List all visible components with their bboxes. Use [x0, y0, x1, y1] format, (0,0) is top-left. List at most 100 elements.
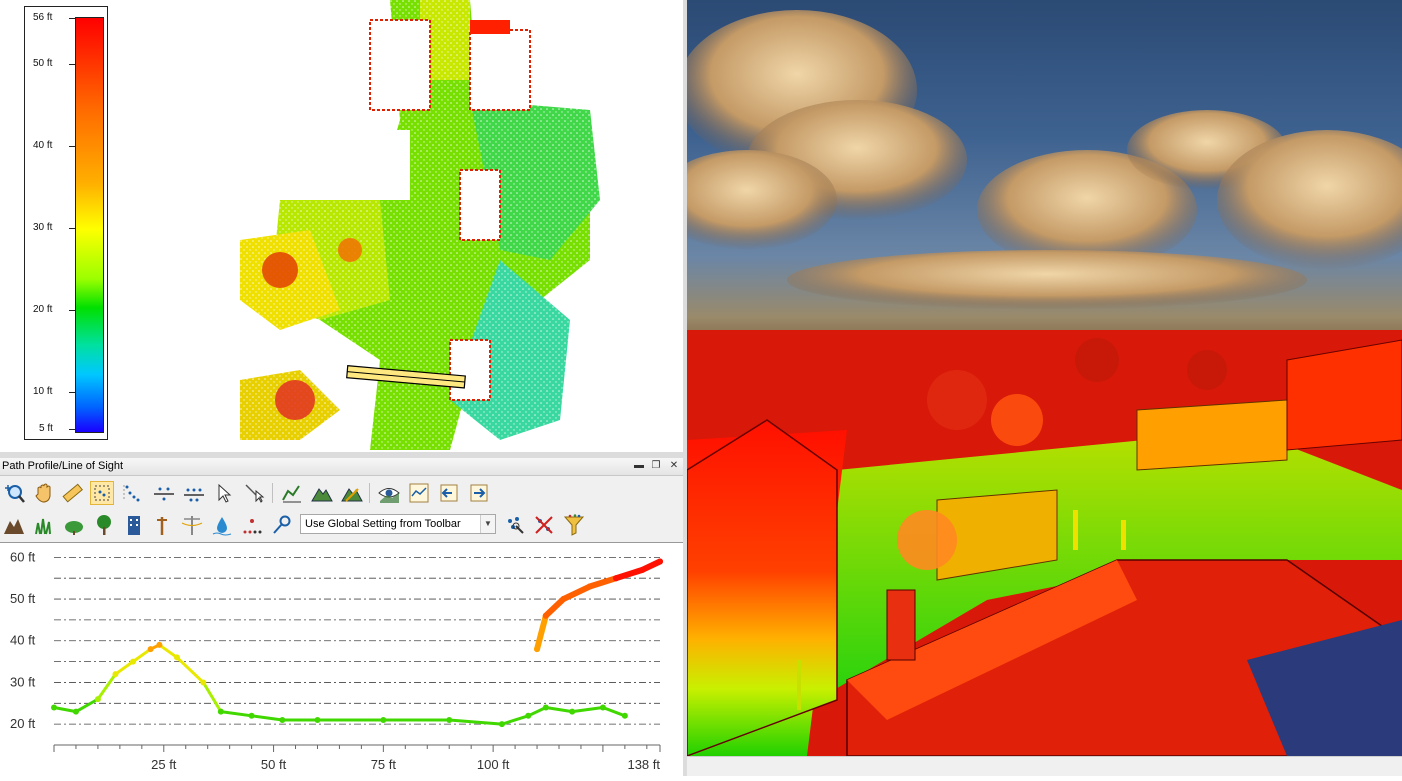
close-button[interactable]: ✕: [668, 460, 680, 472]
x-tick-label: 138 ft: [627, 757, 660, 772]
profile-point: [112, 671, 119, 678]
profile-segment: [560, 583, 593, 603]
ground-icon[interactable]: [2, 513, 26, 537]
profile-segment: [219, 710, 254, 718]
terrain-icon[interactable]: [310, 481, 334, 505]
profile-point: [217, 708, 224, 715]
tree-icon[interactable]: [92, 513, 116, 537]
profile-chart[interactable]: 60 ft 50 ft 40 ft 30 ft 20 ft 25 ft 50 ft 75 ft…: [0, 542, 683, 776]
profile-toolbar-tools: [0, 478, 683, 508]
y-tick-label: 20 ft: [10, 716, 36, 731]
status-strip: [687, 756, 1402, 776]
step-back-icon[interactable]: [437, 481, 461, 505]
profile-segment: [447, 718, 504, 726]
pointer-icon[interactable]: [212, 481, 236, 505]
profile-segment: [131, 647, 153, 664]
plan-view-map[interactable]: 56 ft 50 ft 40 ft 30 ft 20 ft 10 ft 5 ft: [0, 0, 683, 452]
legend-tick: [69, 392, 75, 393]
terrain-edit-icon[interactable]: [340, 481, 364, 505]
3d-view[interactable]: [687, 0, 1402, 756]
profile-segment: [96, 672, 117, 701]
restore-button[interactable]: ❐: [650, 460, 662, 472]
x-tick-label: 25 ft: [151, 757, 177, 772]
shrub-icon[interactable]: [62, 513, 86, 537]
grass-icon[interactable]: [32, 513, 56, 537]
profile-segment: [175, 655, 205, 684]
chevron-down-icon[interactable]: ▼: [480, 515, 495, 533]
profile-point: [586, 583, 593, 590]
dotted-points-icon[interactable]: [120, 481, 144, 505]
profile-point: [599, 704, 606, 711]
points-line-alt-icon[interactable]: [182, 481, 206, 505]
pan-hand-icon[interactable]: [32, 481, 56, 505]
legend-tick: [69, 18, 75, 19]
noise-points-icon[interactable]: [240, 513, 264, 537]
zoom-icon[interactable]: [2, 481, 26, 505]
profile-point: [639, 566, 646, 573]
points-line-icon[interactable]: [152, 481, 176, 505]
classification-dropdown-value: Use Global Setting from Toolbar: [305, 518, 461, 530]
legend-tick-label: 40 ft: [33, 140, 53, 151]
profile-segment: [586, 575, 620, 590]
step-forward-icon[interactable]: [467, 481, 491, 505]
legend-tick-label: 50 ft: [33, 58, 53, 69]
power-line-icon[interactable]: [180, 513, 204, 537]
measure-ruler-icon[interactable]: [60, 481, 84, 505]
legend-tick: [69, 429, 75, 430]
x-tick-label: 100 ft: [477, 757, 510, 772]
profile-point: [130, 658, 137, 665]
profile-point: [279, 716, 286, 723]
profile-segment: [500, 714, 530, 726]
y-tick-label: 30 ft: [10, 674, 36, 689]
profile-segment: [544, 705, 574, 714]
profile-toolbar-classes: Use Global Setting from Toolbar ▼: [0, 510, 683, 540]
profile-point: [657, 558, 663, 565]
x-tick-label: 75 ft: [371, 757, 397, 772]
pointer-line-icon[interactable]: [242, 481, 266, 505]
profile-segment: [613, 566, 646, 582]
profile-point: [621, 712, 628, 719]
profile-segment: [570, 705, 605, 714]
y-tick-label: 60 ft: [10, 549, 36, 564]
profile-point: [542, 704, 549, 711]
profile-point: [314, 716, 321, 723]
profile-point: [248, 712, 255, 719]
profile-segment: [534, 612, 549, 653]
unclassify-icon[interactable]: [532, 513, 556, 537]
panel-title-bar[interactable]: Path Profile/Line of Sight ▬ ❐ ✕: [0, 458, 683, 476]
3d-point-cloud-scene: [687, 10, 1402, 756]
y-tick-label: 50 ft: [10, 591, 36, 606]
profile-point: [613, 575, 620, 582]
graph-icon[interactable]: [407, 481, 431, 505]
x-tick-label: 50 ft: [261, 757, 287, 772]
profile-point: [200, 679, 207, 686]
profile-segment: [601, 705, 627, 718]
classification-dropdown[interactable]: Use Global Setting from Toolbar ▼: [300, 514, 496, 534]
panel-title: Path Profile/Line of Sight: [2, 460, 124, 472]
legend-tick: [69, 64, 75, 65]
profile-segment: [52, 705, 78, 714]
profile-segment: [542, 596, 567, 619]
profile-point: [51, 704, 57, 711]
legend-tick: [69, 310, 75, 311]
legend-tick: [69, 228, 75, 229]
filter-funnel-icon[interactable]: [562, 513, 586, 537]
minimize-button[interactable]: ▬: [633, 460, 645, 472]
profile-chart-icon[interactable]: [280, 481, 304, 505]
profile-point: [156, 641, 163, 648]
legend-tick: [69, 146, 75, 147]
key-icon[interactable]: [270, 513, 294, 537]
line-of-sight-eye-icon[interactable]: [377, 481, 401, 505]
profile-point: [534, 646, 541, 653]
profile-point: [560, 596, 567, 603]
water-drop-icon[interactable]: [210, 513, 234, 537]
profile-point: [498, 721, 505, 728]
building-icon[interactable]: [122, 513, 146, 537]
pole-icon[interactable]: [150, 513, 174, 537]
profile-point: [72, 708, 79, 715]
profile-segment: [201, 680, 223, 714]
profile-point: [446, 716, 453, 723]
profile-point: [173, 654, 180, 661]
classify-icon[interactable]: [502, 513, 526, 537]
select-points-icon[interactable]: [90, 481, 114, 505]
